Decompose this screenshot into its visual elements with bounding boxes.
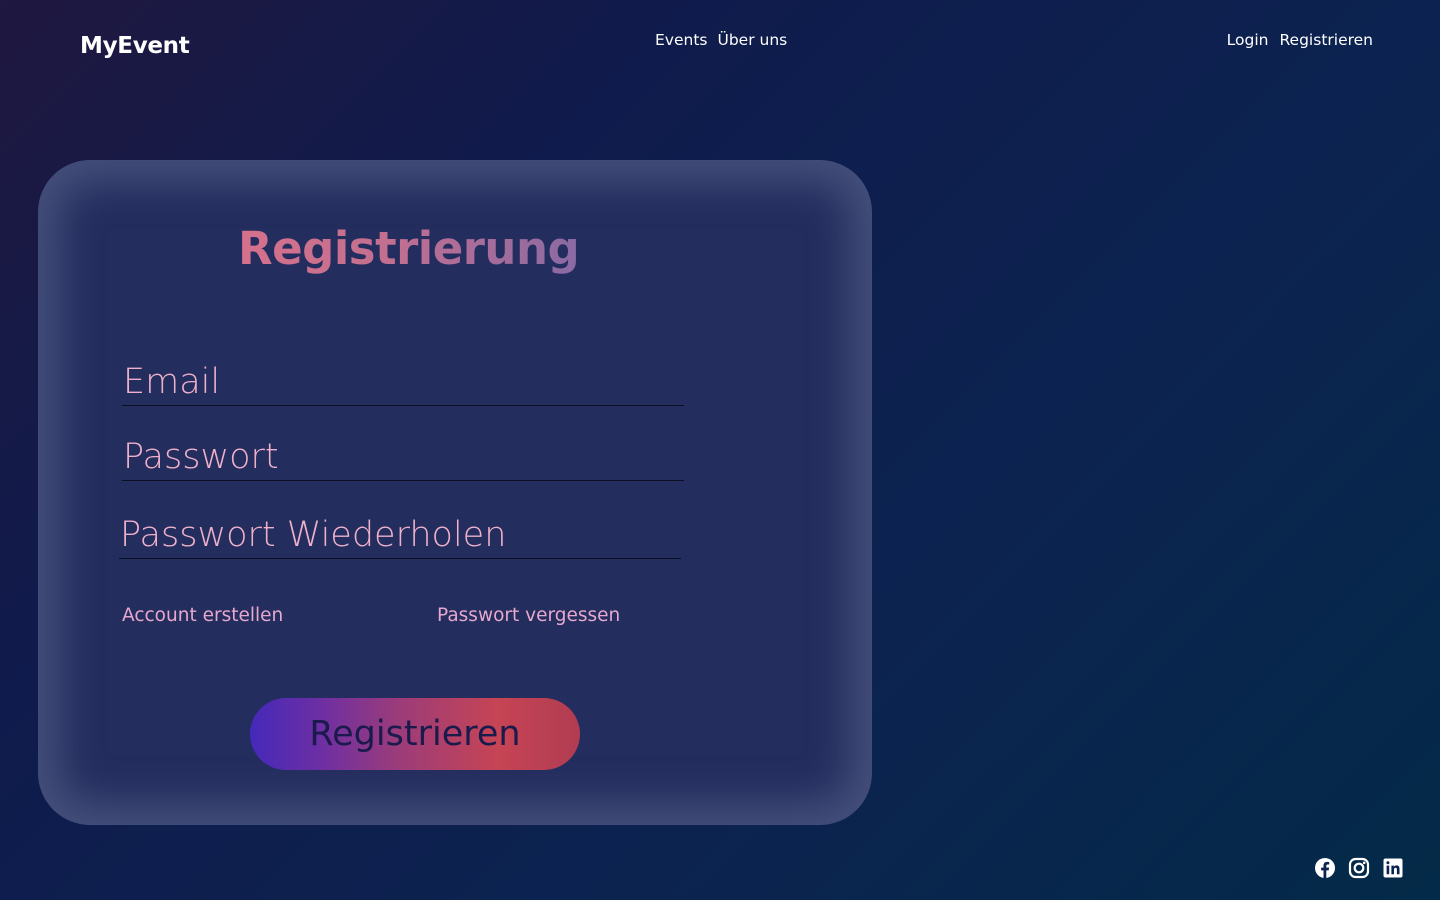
password-repeat-field[interactable] <box>119 512 681 558</box>
forgot-password-link[interactable]: Passwort vergessen <box>437 605 620 626</box>
nav-link-about-us[interactable]: Über uns <box>717 31 787 49</box>
registration-title: Registrierung <box>238 222 580 275</box>
register-button[interactable]: Registrieren <box>250 698 580 770</box>
password-field[interactable] <box>122 434 684 480</box>
create-account-link[interactable]: Account erstellen <box>122 605 283 626</box>
account-nav: Login Registrieren <box>1227 31 1373 49</box>
password-repeat-field-wrapper <box>119 512 681 559</box>
nav-link-login[interactable]: Login <box>1227 31 1269 49</box>
facebook-icon[interactable] <box>1314 857 1336 879</box>
password-field-wrapper <box>122 434 684 481</box>
instagram-icon[interactable] <box>1348 857 1370 879</box>
nav-link-events[interactable]: Events <box>655 31 707 49</box>
linkedin-icon[interactable] <box>1382 857 1404 879</box>
email-field-wrapper <box>122 359 684 406</box>
main-nav: Events Über uns <box>655 31 787 49</box>
nav-link-register[interactable]: Registrieren <box>1279 31 1373 49</box>
registration-card: Registrierung Account erstellen Passwort… <box>38 160 872 825</box>
social-links <box>1314 857 1404 879</box>
logo[interactable]: MyEvent <box>80 33 190 59</box>
email-field[interactable] <box>122 359 684 405</box>
